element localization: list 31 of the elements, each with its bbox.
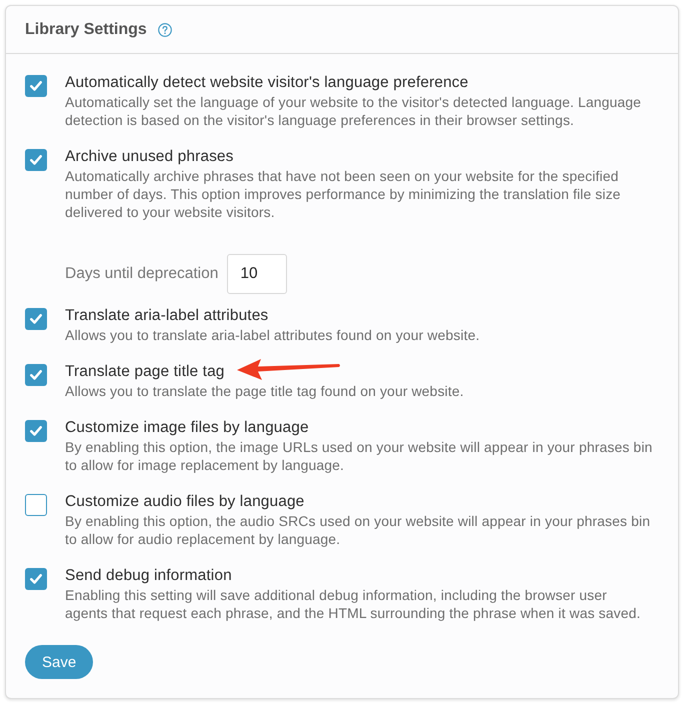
setting-label: Automatically detect website visitor's language preference <box>65 74 468 91</box>
setting-label: Translate aria-label attributes <box>65 307 268 324</box>
help-icon[interactable] <box>158 22 172 36</box>
checkbox[interactable] <box>25 364 47 386</box>
setting-label: Customize audio files by language <box>65 493 304 510</box>
setting-description: Allows you to translate aria-label attributes found on your website. <box>65 326 481 344</box>
setting-description: Automatically archive phrases that have not been seen on your website for the specified number of days. This option improves performance by minimizing the translation file size delivered to your website visitors. <box>65 167 622 221</box>
number-field[interactable]: 10 <box>227 254 288 294</box>
setting-description: By enabling this option, the image URLs used on your website will appear in your phrases bin to allow for image replacement by language. <box>65 438 654 474</box>
check-icon <box>30 370 42 380</box>
setting-description: By enabling this option, the audio SRCs used on your website will appear in your phrases bin to allow for audio replacement by language. <box>65 512 652 548</box>
checkbox[interactable] <box>25 568 47 590</box>
setting-label: Archive unused phrases <box>65 148 234 165</box>
setting-label: Translate page title tag <box>65 363 225 380</box>
check-icon <box>30 426 42 436</box>
check-icon <box>30 155 42 165</box>
field-label: Days until deprecation <box>65 265 218 283</box>
check-icon <box>30 314 42 324</box>
setting-label: Customize image files by language <box>65 419 309 436</box>
panel-title: Library Settings <box>25 20 147 38</box>
checkbox[interactable] <box>25 308 47 330</box>
setting-description: Allows you to translate the page title tag found on your website. <box>65 382 465 400</box>
checkbox[interactable] <box>25 75 47 97</box>
check-icon <box>30 81 42 91</box>
checkbox[interactable] <box>25 494 47 516</box>
check-icon <box>30 574 42 584</box>
setting-description: Automatically set the language of your website to the visitor's detected language. Language detection is based on the visitor's language preferences in their browser settings. <box>65 93 642 129</box>
setting-label: Send debug information <box>65 567 232 584</box>
setting-description: Enabling this setting will save additional debug information, including the browser user agents that request each phrase, and the HTML surrounding the phrase when it was saved. <box>65 586 642 622</box>
checkbox[interactable] <box>25 420 47 442</box>
checkbox[interactable] <box>25 149 47 171</box>
